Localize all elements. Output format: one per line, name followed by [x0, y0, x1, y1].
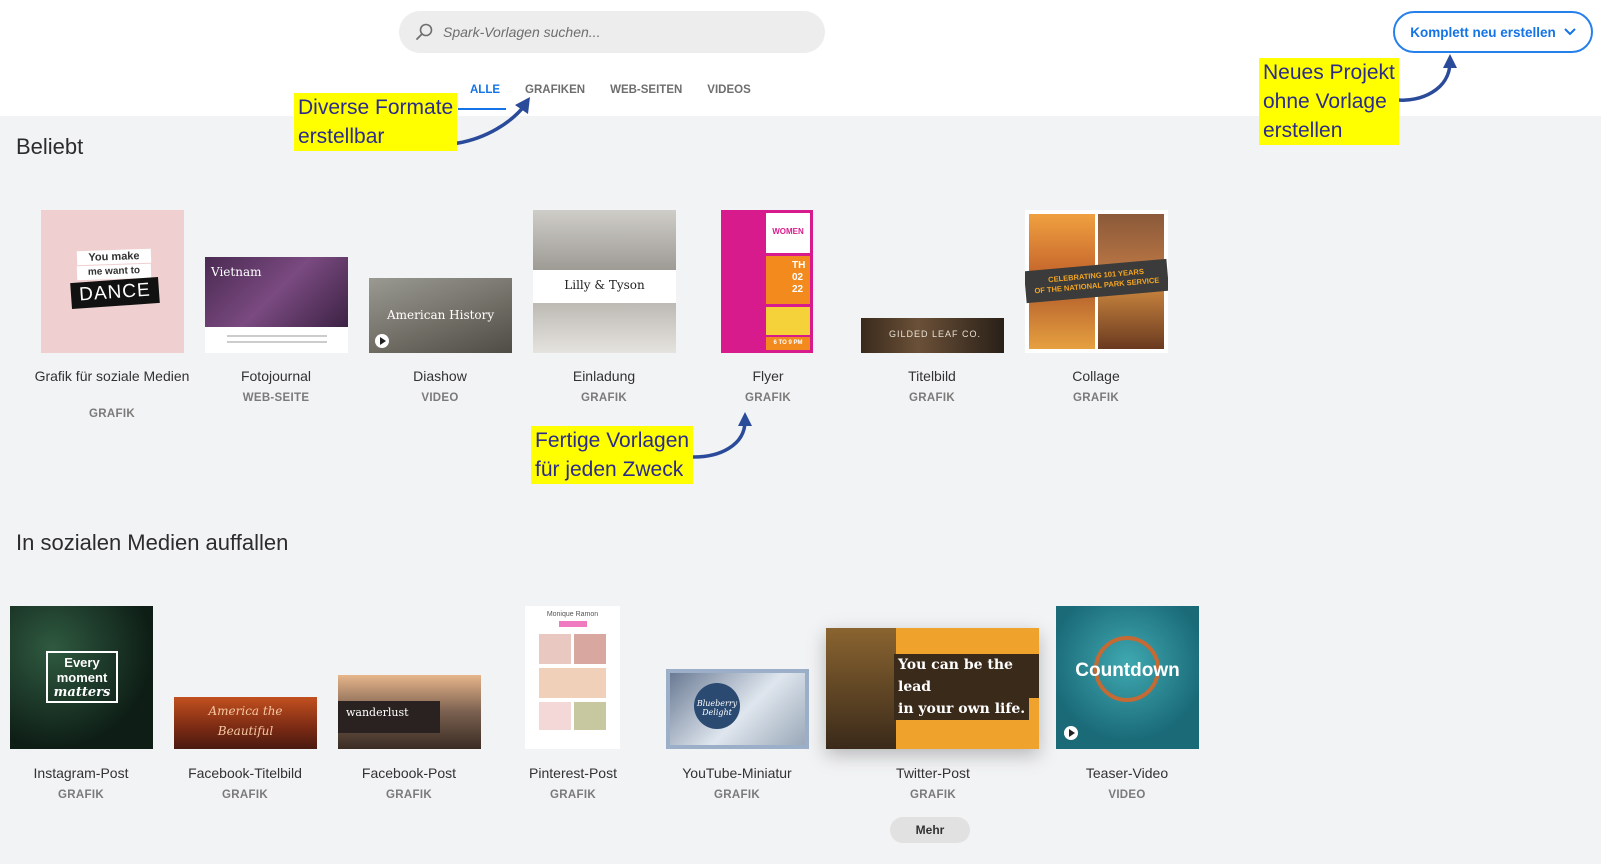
annotation-templates: Fertige Vorlagen für jeden Zweck [531, 426, 694, 484]
annotation-line: ohne Vorlage [1263, 90, 1387, 113]
arrow-icon [1443, 54, 1457, 68]
arrow-icon [689, 420, 747, 459]
arrow-icon [738, 412, 752, 426]
annotation-line: Fertige Vorlagen [535, 429, 690, 452]
annotation-line: erstellbar [298, 125, 385, 148]
annotation-line: erstellen [1263, 119, 1343, 142]
annotation-line: für jeden Zweck [535, 458, 684, 481]
arrow-icon [1397, 61, 1452, 102]
annotation-line: Neues Projekt [1263, 61, 1395, 84]
annotation-line: Diverse Formate [298, 96, 454, 119]
annotation-formats: Diverse Formate erstellbar [294, 93, 458, 151]
annotation-new-project: Neues Projekt ohne Vorlage erstellen [1259, 58, 1399, 145]
